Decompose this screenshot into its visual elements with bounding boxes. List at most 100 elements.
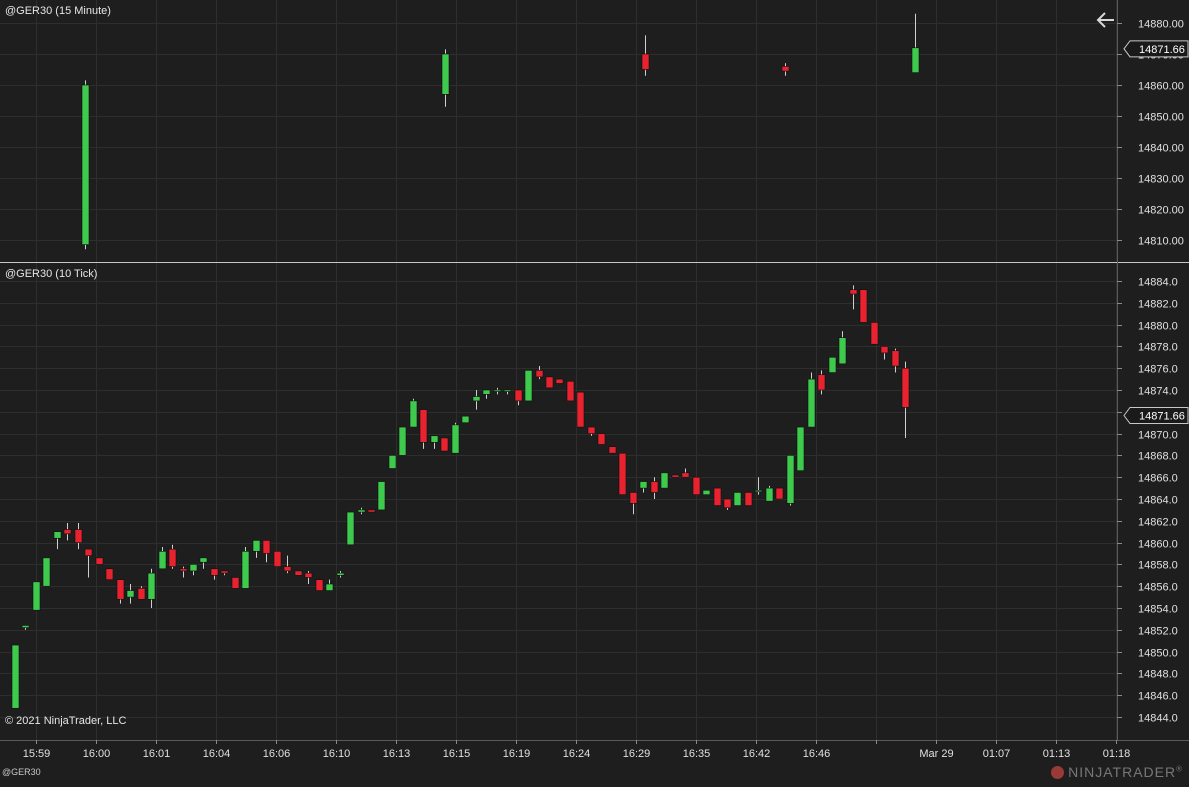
- candle-up: [357, 509, 366, 513]
- candle-down: [262, 540, 271, 554]
- last-price-label: 14871.66: [1139, 44, 1185, 56]
- x-tick-label: 16:04: [203, 748, 231, 760]
- candle-down: [105, 568, 114, 580]
- candle-down: [641, 53, 650, 70]
- candle-up: [336, 572, 345, 576]
- candle-down: [870, 322, 879, 345]
- y-tick-label: 14878.0: [1138, 342, 1178, 354]
- ninjatrader-logo-icon: [1051, 766, 1065, 779]
- x-tick-label: 16:01: [143, 748, 171, 760]
- chart-root: 14880.0014870.0014860.0014850.0014840.00…: [0, 0, 1189, 782]
- candle-down: [273, 551, 282, 567]
- candle-down: [137, 588, 146, 600]
- candle-down: [692, 476, 701, 495]
- candle-up: [911, 47, 920, 73]
- x-tick-label: 16:13: [383, 748, 411, 760]
- chart-tab-label[interactable]: @GER30: [2, 767, 41, 777]
- x-tick-label: 01:18: [1103, 748, 1131, 760]
- candle-up: [660, 472, 669, 489]
- candle-down: [576, 391, 585, 428]
- y-tick-label: 14874.0: [1138, 386, 1178, 398]
- x-tick-label: 15:59: [23, 748, 51, 760]
- candle-down: [367, 509, 376, 513]
- candle-down: [618, 452, 627, 495]
- candle-up: [702, 489, 711, 495]
- candle-down: [440, 437, 449, 452]
- candle-down: [629, 492, 638, 504]
- candle-up: [451, 424, 460, 454]
- candle-up: [786, 455, 795, 504]
- y-tick-label: 14820.00: [1138, 205, 1184, 217]
- y-tick-label: 14858.0: [1138, 560, 1178, 572]
- candle-down: [283, 566, 292, 572]
- candle-up: [346, 511, 355, 546]
- candle-up: [81, 84, 90, 245]
- candle-down: [63, 529, 72, 535]
- back-arrow-button[interactable]: [1094, 9, 1118, 31]
- candle-up: [398, 426, 407, 456]
- y-tick-label: 14850.00: [1138, 112, 1184, 124]
- candle-up: [252, 540, 261, 552]
- y-tick-label: 14844.0: [1138, 713, 1178, 725]
- candle-down: [545, 376, 554, 389]
- candle-up: [482, 389, 491, 395]
- y-tick-label: 14860.0: [1138, 539, 1178, 551]
- candle-down: [587, 426, 596, 434]
- candle-up: [32, 581, 41, 611]
- x-tick-label: 01:13: [1043, 748, 1071, 760]
- y-tick-label: 14846.0: [1138, 691, 1178, 703]
- candle-down: [901, 367, 910, 408]
- candle-up: [42, 557, 51, 587]
- candle-down: [231, 577, 240, 589]
- candle-down: [116, 579, 125, 600]
- brand-logo: NINJATRADER®: [1051, 764, 1183, 780]
- candle-down: [681, 472, 690, 478]
- candle-down: [713, 487, 722, 506]
- candle-down: [95, 557, 104, 565]
- y-tick-label: 14848.0: [1138, 669, 1178, 681]
- candle-down: [608, 446, 617, 454]
- y-tick-label: 14864.0: [1138, 495, 1178, 507]
- x-tick-label: 16:00: [83, 748, 111, 760]
- x-tick-label: 16:06: [263, 748, 291, 760]
- y-tick-label: 14884.0: [1138, 277, 1178, 289]
- y-tick-label: 14866.0: [1138, 473, 1178, 485]
- candle-up: [493, 389, 502, 392]
- candle-down: [880, 346, 889, 354]
- x-tick-label: 01:07: [983, 748, 1011, 760]
- candle-up: [53, 531, 62, 539]
- candle-up: [472, 396, 481, 402]
- y-tick-label: 14880.00: [1138, 19, 1184, 31]
- candle-up: [241, 551, 250, 589]
- x-tick-label: 16:10: [323, 748, 351, 760]
- candle-down: [781, 66, 790, 72]
- candle-down: [210, 568, 219, 576]
- candle-up: [377, 481, 386, 511]
- candle-down: [891, 350, 900, 367]
- candle-up: [147, 572, 156, 600]
- candle-down: [74, 529, 83, 543]
- candle-down: [294, 570, 303, 576]
- candle-up: [754, 489, 763, 493]
- y-tick-label: 14852.0: [1138, 626, 1178, 638]
- y-tick-label: 14856.0: [1138, 582, 1178, 594]
- candle-up: [765, 487, 774, 502]
- candle-down: [535, 370, 544, 378]
- candle-up: [126, 590, 135, 598]
- y-tick-label: 14882.0: [1138, 299, 1178, 311]
- x-tick-label: 16:19: [503, 748, 531, 760]
- last-price-marker: 14871.66: [1123, 40, 1189, 58]
- x-tick-label: 16:24: [563, 748, 591, 760]
- x-tick-label: 16:29: [623, 748, 651, 760]
- candle-down: [84, 548, 93, 556]
- x-tick-label: 16:15: [443, 748, 471, 760]
- chart-canvas[interactable]: 14880.0014870.0014860.0014850.0014840.00…: [0, 0, 1189, 782]
- last-price-label: 14871.66: [1139, 411, 1185, 423]
- candle-up: [828, 356, 837, 373]
- candle-down: [597, 433, 606, 445]
- candle-down: [304, 572, 313, 578]
- candle-up: [430, 435, 439, 443]
- candle-up: [838, 337, 847, 365]
- candle-down: [723, 498, 732, 509]
- candle-up: [441, 53, 450, 95]
